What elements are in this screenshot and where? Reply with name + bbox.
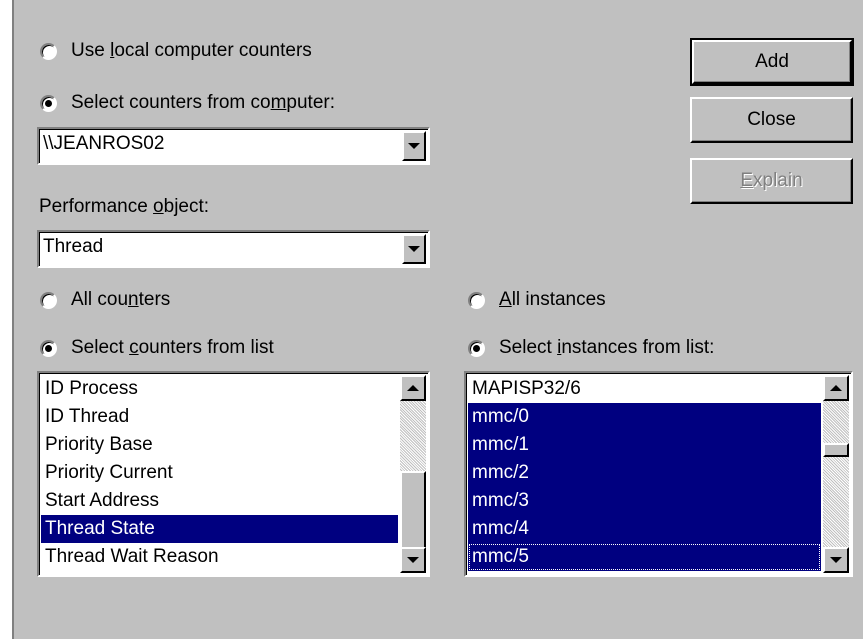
close-button-label: Close [747,109,796,130]
radio-icon [40,291,57,309]
performance-object-dropdown-button[interactable] [402,234,426,264]
list-item-selected[interactable]: mmc/0 [468,403,821,431]
list-item[interactable]: Start Address [41,487,398,515]
select-instances-from-list-label: Select instances from list: [499,337,715,358]
list-item-selected[interactable]: mmc/4 [468,515,821,543]
use-local-counters-label: Use local computer counters [71,40,312,61]
all-counters-radio[interactable]: All counters [40,289,170,311]
list-item[interactable]: ID Thread [41,403,398,431]
select-from-computer-label: Select counters from computer: [71,92,336,113]
list-item-selected[interactable]: mmc/3 [468,487,821,515]
computer-combobox[interactable]: \\JEANROS02 [37,127,430,165]
select-counters-from-list-radio[interactable]: Select counters from list [40,337,274,359]
scroll-up-button[interactable] [400,375,426,401]
explain-button-label: Explain [740,170,803,191]
dialog-left-edge [0,0,12,639]
counters-scrollbar[interactable] [400,375,426,573]
scroll-down-button[interactable] [400,547,426,573]
performance-object-label: Performance object: [39,196,210,217]
add-button-label: Add [755,51,789,72]
scroll-down-button[interactable] [823,547,849,573]
scroll-thumb[interactable] [400,471,426,549]
radio-selected-icon [40,339,57,357]
scroll-thumb[interactable] [823,443,849,457]
all-counters-label: All counters [71,289,171,310]
radio-icon [40,42,57,60]
list-item[interactable]: Priority Base [41,431,398,459]
computer-dropdown-button[interactable] [402,131,426,161]
all-instances-radio[interactable]: All instances [468,289,606,311]
select-from-computer-radio[interactable]: Select counters from computer: [40,92,335,114]
counters-listbox[interactable]: ID Process ID Thread Priority Base Prior… [37,371,430,577]
chevron-down-icon [408,246,420,252]
performance-object-value: Thread [43,236,104,257]
list-item-selected[interactable]: mmc/1 [468,431,821,459]
list-item-focused[interactable]: mmc/5 [468,543,821,571]
chevron-down-icon [830,557,842,563]
add-button[interactable]: Add [690,38,854,86]
list-item[interactable]: Thread Wait Reason [41,543,398,571]
instances-listbox[interactable]: MAPISP32/6 mmc/0 mmc/1 mmc/2 mmc/3 mmc/4… [464,371,853,577]
select-instances-from-list-radio[interactable]: Select instances from list: [468,337,714,359]
explain-button: Explain [690,158,853,204]
use-local-counters-radio[interactable]: Use local computer counters [40,40,312,62]
instances-scrollbar[interactable] [823,375,849,573]
scroll-up-button[interactable] [823,375,849,401]
chevron-down-icon [408,143,420,149]
dialog-left-shadow [12,0,14,639]
chevron-down-icon [407,557,419,563]
chevron-up-icon [407,385,419,391]
all-instances-label: All instances [499,289,606,310]
select-counters-from-list-label: Select counters from list [71,337,274,358]
radio-icon [468,291,485,309]
close-button[interactable]: Close [690,97,853,143]
list-item[interactable]: Priority Current [41,459,398,487]
radio-selected-icon [40,94,57,112]
radio-selected-icon [468,339,485,357]
list-item[interactable]: ID Process [41,375,398,403]
performance-object-combobox[interactable]: Thread [37,230,430,268]
list-item-selected[interactable]: mmc/2 [468,459,821,487]
list-item[interactable]: MAPISP32/6 [468,375,821,403]
list-item-selected[interactable]: Thread State [41,515,398,543]
computer-value: \\JEANROS02 [43,133,165,154]
chevron-up-icon [830,385,842,391]
